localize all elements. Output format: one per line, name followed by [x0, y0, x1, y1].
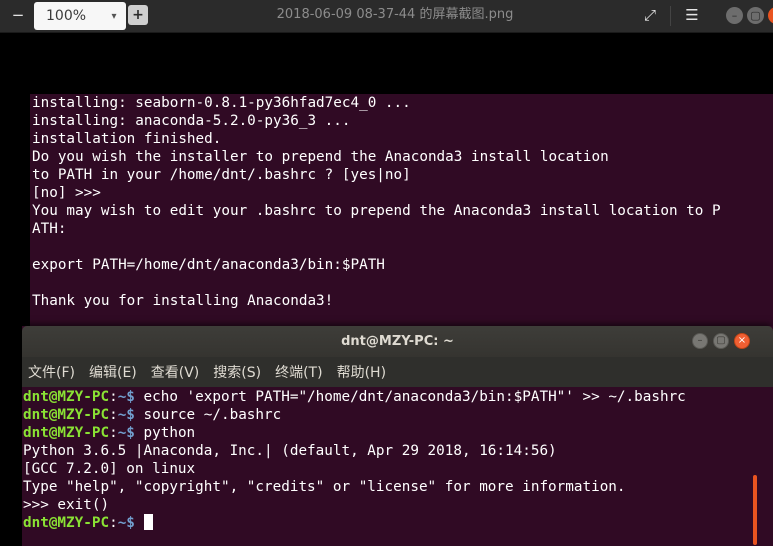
maximize-icon: ▢ [750, 9, 761, 22]
terminal-body[interactable]: dnt@MZY-PC:~$ echo 'export PATH="/home/d… [22, 387, 773, 532]
hamburger-menu-icon: ☰ [685, 6, 699, 24]
prompt-user: dnt@MZY-PC [23, 407, 110, 423]
terminal-title: dnt@MZY-PC: ~ [341, 334, 454, 349]
prompt-path: ~$ [117, 515, 135, 531]
terminal-line: installing: seaborn-0.8.1-py36hfad7ec4_0… [32, 95, 411, 111]
terminal-output-line: [GCC 7.2.0] on linux [23, 461, 196, 477]
terminal-titlebar[interactable]: dnt@MZY-PC: ~ – ▢ × [22, 326, 773, 357]
terminal-output-line: Python 3.6.5 |Anaconda, Inc.| (default, … [23, 443, 557, 459]
window-title: 2018-06-09 08-37-44 的屏幕截图.png [276, 7, 514, 22]
terminal-minimize-button[interactable]: – [692, 333, 708, 349]
terminal-menubar: 文件(F) 编辑(E) 查看(V) 搜索(S) 终端(T) 帮助(H) [22, 357, 773, 387]
terminal-line: ATH: [32, 221, 67, 237]
terminal-line: export PATH=/home/dnt/anaconda3/bin:$PAT… [32, 257, 385, 273]
prompt-path: ~$ [117, 389, 135, 405]
installer-terminal-output: installing: seaborn-0.8.1-py36hfad7ec4_0… [30, 94, 773, 326]
minimize-icon: – [697, 335, 703, 346]
terminal-command-line: dnt@MZY-PC:~$ echo 'export PATH="/home/d… [22, 388, 773, 406]
menu-search[interactable]: 搜索(S) [213, 362, 261, 382]
terminal-line: to PATH in your /home/dnt/.bashrc ? [yes… [32, 167, 411, 183]
close-icon: × [737, 335, 747, 346]
chevron-down-icon[interactable]: ▾ [102, 11, 126, 22]
maximize-icon: ▢ [716, 335, 726, 346]
command-text: source ~/.bashrc [134, 407, 282, 423]
terminal-output-line: Type "help", "copyright", "credits" or "… [23, 479, 626, 495]
minimize-button[interactable]: – [726, 7, 743, 24]
menu-edit[interactable]: 编辑(E) [89, 362, 137, 382]
terminal-maximize-button[interactable]: ▢ [713, 333, 729, 349]
zoom-level-value: 100% [46, 8, 87, 24]
terminal-output-line: >>> exit() [23, 497, 110, 513]
text-cursor [143, 514, 153, 530]
prompt-colon: : [109, 425, 118, 441]
menu-file[interactable]: 文件(F) [28, 362, 75, 382]
command-text: python [134, 425, 196, 441]
terminal-prompt-line[interactable]: dnt@MZY-PC:~$ [22, 514, 773, 532]
terminal-window[interactable]: dnt@MZY-PC: ~ – ▢ × 文件(F) 编辑(E) 查看(V) 搜索… [22, 326, 773, 546]
prompt-path: ~$ [117, 425, 135, 441]
menu-help[interactable]: 帮助(H) [337, 362, 386, 382]
zoom-in-button[interactable]: + [128, 5, 148, 25]
prompt-user: dnt@MZY-PC [23, 515, 110, 531]
terminal-line: installation finished. [32, 131, 222, 147]
fullscreen-icon: ⤢ [643, 6, 656, 24]
menu-button[interactable]: ☰ [680, 3, 704, 27]
minus-icon: − [11, 6, 25, 24]
toolbar-divider [670, 6, 671, 26]
terminal-line: Do you wish the installer to prepend the… [32, 149, 609, 165]
plus-icon: + [132, 7, 144, 23]
image-viewer-toolbar: − 100% ▾ + 2018-06-09 08-37-44 的屏幕截图.png… [0, 0, 773, 33]
terminal-line: Thank you for installing Anaconda3! [32, 293, 334, 309]
terminal-command-line: dnt@MZY-PC:~$ python [22, 424, 773, 442]
terminal-close-button[interactable]: × [734, 333, 750, 349]
prompt-colon: : [109, 407, 118, 423]
terminal-command-line: dnt@MZY-PC:~$ source ~/.bashrc [22, 406, 773, 424]
close-button[interactable]: × [768, 7, 773, 24]
fullscreen-button[interactable]: ⤢ [638, 3, 662, 27]
prompt-path: ~$ [117, 407, 135, 423]
prompt-colon: : [109, 515, 118, 531]
terminal-line: You may wish to edit your .bashrc to pre… [32, 203, 721, 219]
command-text: echo 'export PATH="/home/dnt/anaconda3/b… [134, 389, 686, 405]
menu-terminal[interactable]: 终端(T) [275, 362, 322, 382]
terminal-line: [no] >>> [32, 185, 101, 201]
zoom-out-button[interactable]: − [6, 3, 30, 27]
prompt-colon: : [109, 389, 118, 405]
menu-view[interactable]: 查看(V) [151, 362, 200, 382]
maximize-button[interactable]: ▢ [747, 7, 764, 24]
zoom-level-combo[interactable]: 100% ▾ [34, 2, 126, 30]
prompt-user: dnt@MZY-PC [23, 425, 110, 441]
minimize-icon: – [731, 9, 738, 22]
terminal-scrollbar[interactable] [753, 475, 757, 545]
prompt-user: dnt@MZY-PC [23, 389, 110, 405]
terminal-line: installing: anaconda-5.2.0-py36_3 ... [32, 113, 351, 129]
